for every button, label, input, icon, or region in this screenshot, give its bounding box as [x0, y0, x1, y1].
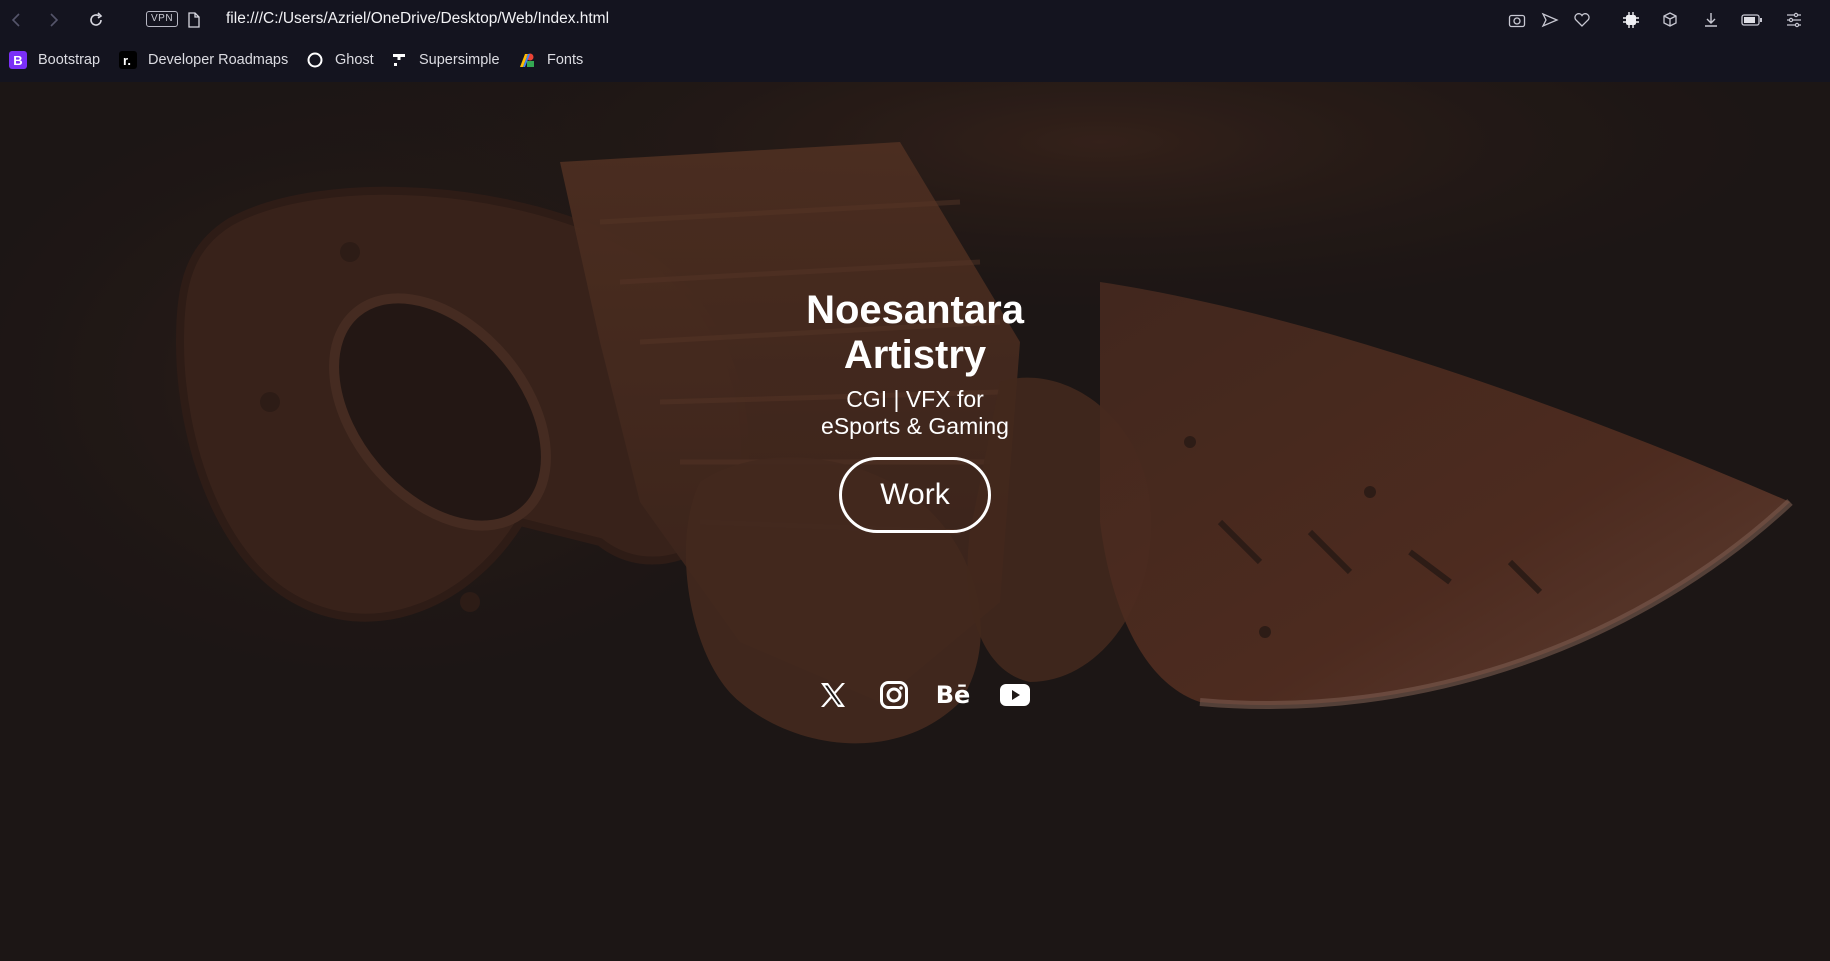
page-viewport: Noesantara Artistry CGI | VFX for eSport…: [0, 82, 1830, 961]
instagram-icon[interactable]: [877, 678, 911, 712]
roadmap-icon: r.: [119, 51, 137, 69]
bootstrap-icon: B: [9, 51, 27, 69]
supersimple-icon: [390, 51, 408, 69]
back-icon[interactable]: [4, 8, 28, 32]
bookmark-label: Fonts: [547, 52, 584, 68]
forward-icon[interactable]: [42, 8, 66, 32]
page-title: Noesantara Artistry: [806, 288, 1024, 377]
page-icon[interactable]: [182, 8, 206, 32]
snapshot-icon[interactable]: [1505, 8, 1529, 32]
easy-setup-icon[interactable]: [1782, 8, 1806, 32]
bookmark-label: Developer Roadmaps: [148, 52, 289, 68]
bookmark-bootstrap[interactable]: B Bootstrap: [9, 49, 100, 71]
download-icon[interactable]: [1699, 8, 1723, 32]
hero: Noesantara Artistry CGI | VFX for eSport…: [715, 288, 1115, 709]
reload-icon[interactable]: [84, 8, 108, 32]
send-icon[interactable]: [1538, 8, 1562, 32]
browser-toolbar: VPN file:///C:/Users/Azriel/OneDrive/Des…: [0, 0, 1830, 40]
bookmark-fonts[interactable]: Fonts: [518, 49, 583, 71]
x-icon[interactable]: [816, 678, 850, 712]
youtube-icon[interactable]: [998, 678, 1032, 712]
bookmark-label: Bootstrap: [38, 52, 101, 68]
address-bar[interactable]: file:///C:/Users/Azriel/OneDrive/Desktop…: [226, 10, 609, 28]
heart-icon[interactable]: [1570, 8, 1594, 32]
vpn-badge[interactable]: VPN: [146, 11, 179, 27]
browser-chrome: VPN file:///C:/Users/Azriel/OneDrive/Des…: [0, 0, 1830, 82]
battery-icon[interactable]: [1740, 8, 1764, 32]
bookmark-label: Supersimple: [419, 52, 500, 68]
bookmark-developer-roadmaps[interactable]: r. Developer Roadmaps: [119, 49, 288, 71]
extension-icon[interactable]: [1619, 8, 1643, 32]
bookmark-ghost[interactable]: Ghost: [306, 49, 374, 71]
bookmark-supersimple[interactable]: Supersimple: [390, 49, 500, 71]
work-button[interactable]: Work: [839, 457, 991, 533]
ghost-icon: [306, 51, 324, 69]
bookmarks-bar: B Bootstrap r. Developer Roadmaps Ghost …: [0, 44, 1830, 74]
page-subtitle: CGI | VFX for eSports & Gaming: [821, 386, 1009, 439]
google-fonts-icon: [518, 51, 536, 69]
svg-text:r.: r.: [123, 53, 131, 68]
cube-icon[interactable]: [1658, 8, 1682, 32]
social-links: Bē: [715, 678, 1115, 714]
behance-icon[interactable]: Bē: [936, 678, 971, 712]
svg-text:B: B: [13, 53, 22, 68]
bookmark-label: Ghost: [335, 52, 374, 68]
